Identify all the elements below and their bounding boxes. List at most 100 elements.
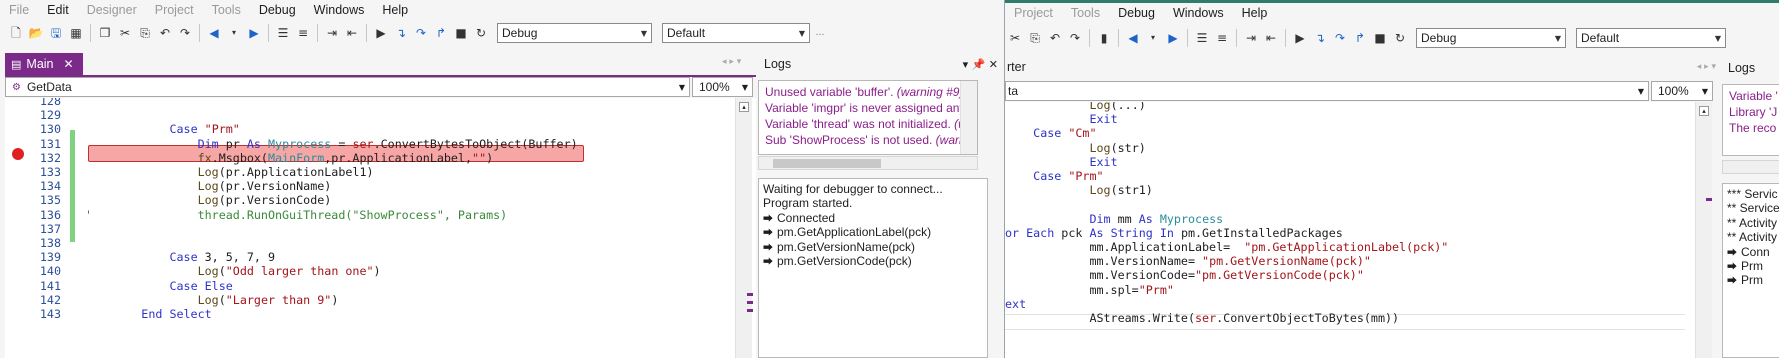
warning-item[interactable]: Variable 'imgpr' is never assigned any v bbox=[765, 100, 975, 116]
stop-icon[interactable]: ■ bbox=[1372, 30, 1388, 46]
platform-select[interactable]: Default ▼ bbox=[1576, 28, 1726, 48]
indent-icon[interactable]: ⇥ bbox=[1243, 30, 1259, 46]
menu-tools[interactable]: Tools bbox=[203, 3, 250, 17]
scroll-up-icon[interactable]: ▴ bbox=[739, 102, 749, 112]
redo-icon[interactable]: ↷ bbox=[1067, 30, 1083, 46]
toolbar-separator bbox=[1285, 29, 1286, 47]
editor-scrollbar[interactable]: ▴ bbox=[1695, 102, 1712, 358]
menu-debug[interactable]: Debug bbox=[1109, 6, 1164, 20]
log-text: Connected bbox=[777, 210, 836, 225]
editor-scrollbar[interactable]: ▴ bbox=[735, 98, 752, 358]
outdent-icon[interactable]: ⇤ bbox=[1263, 30, 1279, 46]
toolbar-overflow-icon[interactable]: … bbox=[812, 25, 828, 41]
menu-file[interactable]: File bbox=[0, 3, 38, 17]
log-text: Waiting for debugger to connect... bbox=[763, 182, 943, 196]
copy-icon[interactable]: ❐ bbox=[97, 25, 113, 41]
indent-icon[interactable]: ⇥ bbox=[324, 25, 340, 41]
paste-icon[interactable]: ⎘ bbox=[137, 25, 153, 41]
panel-controls[interactable]: ▾ 📌 ✕ bbox=[963, 58, 998, 71]
toolbar: ✂ ⎘ ↶ ↷ ▮ ◀ ▾ ▶ ☰ ≡ ⇥ ⇤ ▶ ↴ ↷ ↱ ■ ↻ Debu… bbox=[1005, 25, 1779, 51]
save-icon[interactable]: 🖫 bbox=[48, 25, 64, 41]
warnings-list[interactable]: Unused variable 'buffer'. (warning #9) Va… bbox=[758, 80, 978, 155]
undo-icon[interactable]: ↶ bbox=[157, 25, 173, 41]
warnings-list[interactable]: Variable ' Library 'J The reco bbox=[1722, 84, 1779, 156]
undo-icon[interactable]: ↶ bbox=[1047, 30, 1063, 46]
tab-label: rter bbox=[1007, 60, 1026, 74]
code-editor[interactable]: ▴ 128 129 130 Case "Prm" 131 Dim pr As Mypr… bbox=[5, 98, 756, 358]
navigate-back-icon[interactable]: ◀ bbox=[206, 25, 222, 41]
comment-icon[interactable]: ☰ bbox=[1194, 30, 1210, 46]
log-output[interactable]: Waiting for debugger to connect... Progra… bbox=[758, 178, 988, 358]
menu-tools[interactable]: Tools bbox=[1062, 6, 1109, 20]
run-icon[interactable]: ▶ bbox=[373, 25, 389, 41]
warning-item[interactable]: Sub 'ShowProcess' is not used. (warnin bbox=[765, 132, 975, 148]
warning-item[interactable]: Variable 'thread' was not initialized. (… bbox=[765, 116, 967, 132]
menu-windows[interactable]: Windows bbox=[305, 3, 374, 17]
step-out-icon[interactable]: ↱ bbox=[1352, 30, 1368, 46]
warning-item[interactable]: Unused variable 'buffer'. (warning #9) bbox=[765, 84, 963, 100]
log-text: Prm bbox=[1741, 273, 1763, 288]
stop-icon[interactable]: ■ bbox=[453, 25, 469, 41]
step-into-icon[interactable]: ↴ bbox=[393, 25, 409, 41]
step-into-icon[interactable]: ↴ bbox=[1312, 30, 1328, 46]
menu-debug[interactable]: Debug bbox=[250, 3, 305, 17]
warning-item[interactable]: The reco bbox=[1729, 120, 1776, 136]
cut-icon[interactable]: ✂ bbox=[117, 25, 133, 41]
menu-project[interactable]: Project bbox=[146, 3, 203, 17]
uncomment-icon[interactable]: ≡ bbox=[1214, 30, 1230, 46]
menu-edit[interactable]: Edit bbox=[38, 3, 78, 17]
warning-item[interactable]: Library 'J bbox=[1729, 104, 1777, 120]
logs-title: Logs bbox=[764, 57, 792, 71]
paste-icon[interactable]: ⎘ bbox=[1027, 30, 1043, 46]
comment-icon[interactable]: ☰ bbox=[275, 25, 291, 41]
tab-scroll-icon[interactable]: ◂ ▸ ▾ bbox=[1697, 62, 1716, 72]
warning-item[interactable]: Variable ' bbox=[1729, 88, 1778, 104]
platform-select[interactable]: Default ▼ bbox=[662, 23, 810, 43]
log-line: Waiting for debugger to connect... bbox=[763, 182, 943, 196]
redo-icon[interactable]: ↷ bbox=[177, 25, 193, 41]
tab-main[interactable]: ▤ Main ✕ bbox=[5, 53, 83, 75]
step-out-icon[interactable]: ↱ bbox=[433, 25, 449, 41]
menu-help[interactable]: Help bbox=[1233, 6, 1277, 20]
menu-designer[interactable]: Designer bbox=[78, 3, 146, 17]
menu-project[interactable]: Project bbox=[1005, 6, 1062, 20]
run-icon[interactable]: ▶ bbox=[1292, 30, 1308, 46]
scroll-marker bbox=[747, 293, 753, 296]
restart-icon[interactable]: ↻ bbox=[1392, 30, 1408, 46]
chevron-down-icon: ▼ bbox=[678, 82, 685, 92]
step-over-icon[interactable]: ↷ bbox=[413, 25, 429, 41]
warnings-scrollbar[interactable] bbox=[960, 81, 977, 154]
tab-scroll-icon[interactable]: ◂ ▸ ▾ bbox=[722, 57, 741, 67]
log-line: ⮕ pm.GetVersionCode(pck) bbox=[763, 254, 912, 270]
warnings-hscrollbar[interactable] bbox=[1722, 160, 1779, 174]
sub-select[interactable]: ⚙ GetData ▼ bbox=[5, 77, 690, 97]
chevron-down-icon[interactable]: ▾ bbox=[1145, 30, 1161, 46]
cut-icon[interactable]: ✂ bbox=[1007, 30, 1023, 46]
log-line: ** Activity bbox=[1727, 230, 1777, 244]
bookmark-icon[interactable]: ▮ bbox=[1096, 30, 1112, 46]
close-icon[interactable]: ✕ bbox=[64, 57, 74, 71]
new-file-icon[interactable]: 🗋 bbox=[8, 25, 24, 41]
outdent-icon[interactable]: ⇤ bbox=[344, 25, 360, 41]
log-text: ** Service bbox=[1727, 201, 1779, 216]
zoom-select[interactable]: 100% ▼ bbox=[1651, 81, 1713, 101]
build-config-select[interactable]: Debug ▼ bbox=[1416, 28, 1566, 48]
warnings-hscrollbar[interactable] bbox=[758, 156, 978, 170]
chevron-down-icon[interactable]: ▾ bbox=[226, 25, 242, 41]
menu-help[interactable]: Help bbox=[373, 3, 417, 17]
menu-windows[interactable]: Windows bbox=[1164, 6, 1233, 20]
navigate-forward-icon[interactable]: ▶ bbox=[1165, 30, 1181, 46]
code-editor[interactable]: ▴ Log(...) Exit Case "Cm" Log(str) Exit … bbox=[1005, 102, 1712, 358]
build-config-select[interactable]: Debug ▼ bbox=[497, 23, 652, 43]
log-output[interactable]: *** Servic ** Service ** Activity ** Activi… bbox=[1722, 183, 1779, 358]
restart-icon[interactable]: ↻ bbox=[473, 25, 489, 41]
open-folder-icon[interactable]: 📂 bbox=[28, 25, 44, 41]
step-over-icon[interactable]: ↷ bbox=[1332, 30, 1348, 46]
scroll-up-icon[interactable]: ▴ bbox=[1699, 106, 1709, 116]
save-all-icon[interactable]: ▦ bbox=[68, 25, 84, 41]
uncomment-icon[interactable]: ≡ bbox=[295, 25, 311, 41]
zoom-select[interactable]: 100% ▼ bbox=[692, 77, 753, 97]
navigate-forward-icon[interactable]: ▶ bbox=[246, 25, 262, 41]
sub-select[interactable]: ta ▼ bbox=[1005, 81, 1649, 101]
navigate-back-icon[interactable]: ◀ bbox=[1125, 30, 1141, 46]
